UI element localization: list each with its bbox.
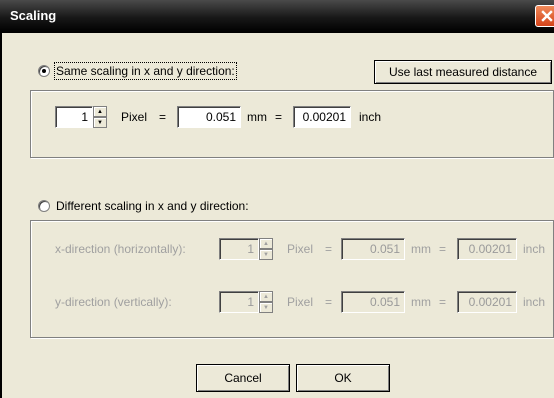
y-inch-label: inch: [523, 295, 546, 309]
close-button[interactable]: [535, 5, 554, 27]
different-scaling-group: x-direction (horizontally): 1 ▲ ▼ Pixel …: [30, 220, 554, 338]
y-mm-label: mm: [411, 295, 431, 309]
close-icon: [541, 10, 553, 22]
x-mm-input[interactable]: 0.051: [341, 238, 405, 260]
ok-button[interactable]: OK: [296, 364, 390, 392]
y-inch-input[interactable]: 0.00201: [457, 291, 517, 313]
arrow-up-icon[interactable]: ▲: [259, 291, 273, 302]
use-last-distance-button[interactable]: Use last measured distance: [374, 60, 552, 84]
y-pixel-input[interactable]: 1: [219, 291, 259, 313]
same-inch-label: inch: [359, 110, 382, 124]
same-scaling-radio[interactable]: Same scaling in x and y direction:: [38, 62, 237, 80]
same-mm-label: mm: [247, 110, 267, 124]
same-scaling-row: 1 ▲ ▼ Pixel = 0.051 mm = 0.00201 inch: [55, 106, 535, 128]
y-pixel-spinner[interactable]: ▲ ▼: [259, 291, 273, 313]
same-pixel-input[interactable]: 1: [55, 106, 93, 128]
arrow-down-icon[interactable]: ▼: [259, 302, 273, 313]
same-eq2: =: [275, 110, 283, 124]
x-direction-row: x-direction (horizontally): 1 ▲ ▼ Pixel …: [55, 238, 554, 260]
cancel-button[interactable]: Cancel: [196, 364, 290, 392]
title-bar[interactable]: Scaling: [0, 0, 554, 33]
x-pixel-spinner[interactable]: ▲ ▼: [259, 238, 273, 260]
different-scaling-radio-circle[interactable]: [38, 200, 50, 212]
same-eq1: =: [159, 110, 167, 124]
window-title: Scaling: [10, 8, 57, 23]
y-direction-row: y-direction (vertically): 1 ▲ ▼ Pixel = …: [55, 291, 554, 313]
arrow-down-icon[interactable]: ▼: [259, 249, 273, 260]
different-scaling-radio[interactable]: Different scaling in x and y direction:: [38, 199, 249, 213]
dialog-body: Same scaling in x and y direction: Use l…: [0, 33, 554, 398]
arrow-up-icon[interactable]: ▲: [93, 106, 107, 117]
y-mm-input[interactable]: 0.051: [341, 291, 405, 313]
y-direction-label: y-direction (vertically):: [55, 295, 172, 309]
x-direction-label: x-direction (horizontally):: [55, 242, 186, 256]
x-pixel-input[interactable]: 1: [219, 238, 259, 260]
arrow-down-icon[interactable]: ▼: [93, 117, 107, 128]
same-mm-input[interactable]: 0.051: [177, 106, 241, 128]
x-inch-label: inch: [523, 242, 546, 256]
x-pixel-label: Pixel: [287, 242, 314, 256]
same-scaling-radio-circle[interactable]: [38, 65, 50, 77]
scaling-dialog: Scaling Same scaling in x and y directio…: [0, 0, 554, 398]
x-eq1: =: [325, 242, 333, 256]
y-pixel-label: Pixel: [287, 295, 314, 309]
x-inch-input[interactable]: 0.00201: [457, 238, 517, 260]
arrow-up-icon[interactable]: ▲: [259, 238, 273, 249]
same-inch-input[interactable]: 0.00201: [293, 106, 351, 128]
y-eq2: =: [439, 295, 447, 309]
same-pixel-label: Pixel: [121, 110, 148, 124]
y-eq1: =: [325, 295, 333, 309]
same-scaling-radio-label[interactable]: Same scaling in x and y direction:: [54, 62, 237, 80]
x-mm-label: mm: [411, 242, 431, 256]
same-scaling-group: 1 ▲ ▼ Pixel = 0.051 mm = 0.00201 inch: [30, 90, 554, 158]
same-pixel-spinner[interactable]: ▲ ▼: [93, 106, 107, 128]
x-eq2: =: [439, 242, 447, 256]
different-scaling-radio-label[interactable]: Different scaling in x and y direction:: [56, 199, 249, 213]
